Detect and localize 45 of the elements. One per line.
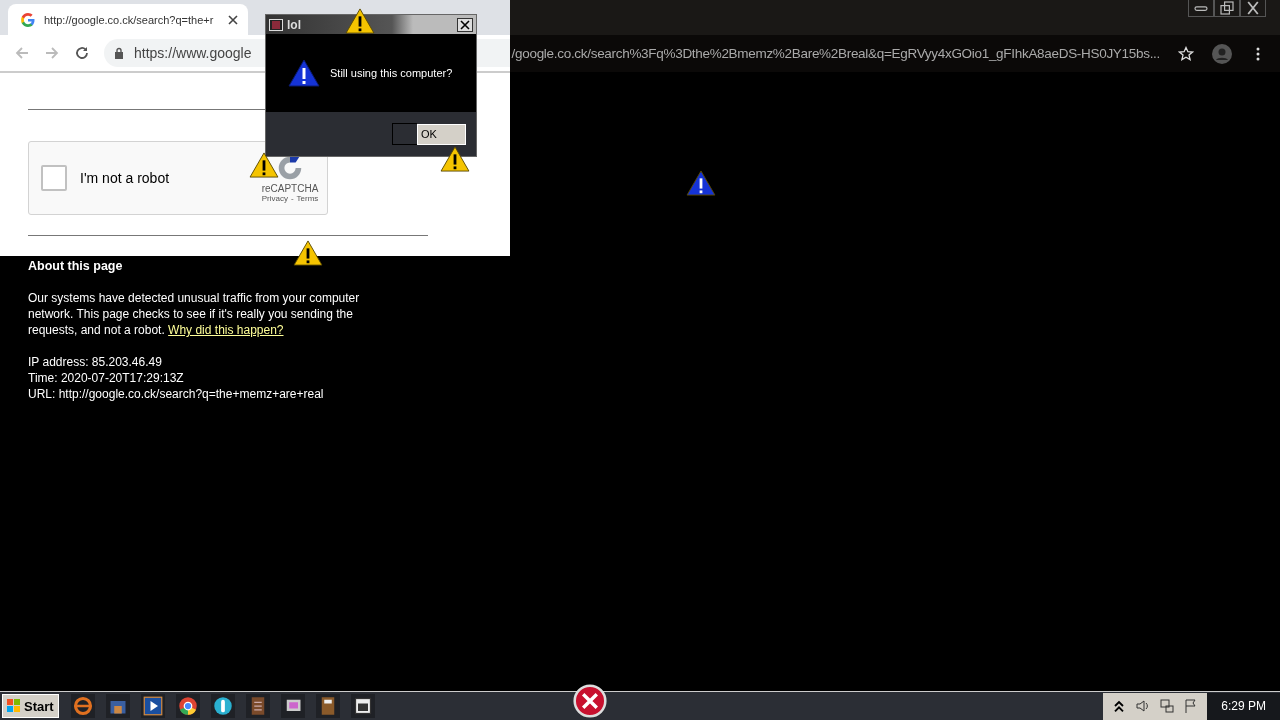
link-separator: - [290,194,294,203]
media-player-icon[interactable] [140,694,165,718]
close-icon[interactable] [228,14,238,25]
detail-line: URL: http://google.co.ck/search?q=the+memz+are+real [28,386,325,402]
checkbox[interactable] [41,165,67,191]
address-text[interactable]: https://www.google [134,45,252,61]
window-icon[interactable] [350,694,375,718]
google-icon [20,11,36,28]
warning-icon [293,240,323,266]
terms-link[interactable]: Terms [296,194,319,203]
chrome-icon[interactable] [175,694,200,718]
close-icon[interactable] [1240,0,1266,17]
app-icon [269,18,283,31]
button-frame [392,123,417,145]
restore-icon[interactable] [1214,0,1240,17]
profile-icon[interactable] [1212,43,1232,64]
detail-line: IP address: 85.203.46.49 [28,354,163,370]
lock-icon [114,47,124,59]
why-link[interactable]: Why did this happen? [168,323,284,337]
reload-icon[interactable] [74,45,90,61]
checkbox-label: I'm not a robot [80,170,171,186]
warning-icon [249,152,279,178]
warning-icon [440,146,470,172]
dialog-title: lol [287,17,301,32]
ok-button[interactable]: OK [417,123,466,145]
notepad-icon[interactable] [245,694,270,718]
dialog-message: Still using this computer? [330,67,453,79]
clock[interactable]: 6:29 PM [1207,692,1280,720]
detail-line: Time: 2020-07-20T17:29:13Z [28,370,185,386]
tab-title: http://google.co.ck/search?q=the+r [44,13,215,26]
network-icon[interactable] [1159,698,1176,714]
browser-tab[interactable]: http://google.co.ck/search?q=the+r [8,4,248,35]
browser-icon[interactable] [70,694,95,718]
about-paragraph: Our systems have detected unusual traffic from your computer network. This page checks to see if it's really you sending the requests, and not a robot. Why did this happen? [28,290,361,338]
power-icon[interactable] [210,694,235,718]
minimize-icon[interactable] [1188,0,1214,17]
recaptcha-text: reCAPTCHA [261,183,319,194]
start-button[interactable]: Start [2,694,59,718]
section-heading: About this page [28,258,124,274]
info-warning-icon [288,59,320,87]
star-icon[interactable] [1178,45,1194,62]
info-warning-icon [686,170,716,196]
privacy-link[interactable]: Privacy [261,194,288,203]
windows-logo-icon [7,699,21,713]
close-button[interactable] [457,17,473,32]
